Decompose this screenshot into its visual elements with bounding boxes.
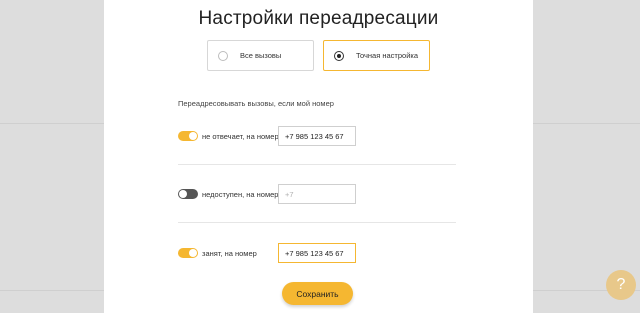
help-icon[interactable]: ? xyxy=(606,270,636,300)
toggle-knob xyxy=(189,132,197,140)
toggle-knob xyxy=(179,190,187,198)
option-all-calls[interactable]: Все вызовы xyxy=(207,40,314,71)
row-label-busy: занят, на номер xyxy=(202,249,257,258)
toggle-on-icon[interactable] xyxy=(178,248,198,258)
toggle-on-icon[interactable] xyxy=(178,131,198,141)
row-divider xyxy=(178,164,456,165)
forward-row-busy: занят, на номер xyxy=(178,243,468,263)
section-label: Переадресовывать вызовы, если мой номер xyxy=(178,99,334,108)
backdrop-divider xyxy=(533,123,640,124)
row-label-no-answer: не отвечает, на номер xyxy=(202,132,279,141)
toggle-off-icon[interactable] xyxy=(178,189,198,199)
radio-selected-icon[interactable] xyxy=(334,50,344,61)
backdrop-divider xyxy=(0,290,104,291)
phone-input-no-answer[interactable] xyxy=(278,126,356,146)
modal-title: Настройки переадресации xyxy=(198,8,439,29)
save-button[interactable]: Сохранить xyxy=(282,282,353,305)
backdrop-divider xyxy=(0,123,104,124)
option-all-calls-label: Все вызовы xyxy=(240,51,282,60)
phone-input-busy[interactable] xyxy=(278,243,356,263)
forward-row-no-answer: не отвечает, на номер xyxy=(178,126,468,146)
row-divider xyxy=(178,222,456,223)
phone-input-unavailable[interactable] xyxy=(278,184,356,204)
row-label-unavailable: недоступен, на номер xyxy=(202,190,279,199)
forwarding-settings-modal: Настройки переадресации Все вызовы Точна… xyxy=(104,0,533,313)
forward-row-unavailable: недоступен, на номер xyxy=(178,184,468,204)
toggle-knob xyxy=(189,249,197,257)
option-precise-setting-label: Точная настройка xyxy=(356,51,419,60)
option-precise-setting[interactable]: Точная настройка xyxy=(323,40,430,71)
radio-unselected-icon[interactable] xyxy=(218,50,228,61)
